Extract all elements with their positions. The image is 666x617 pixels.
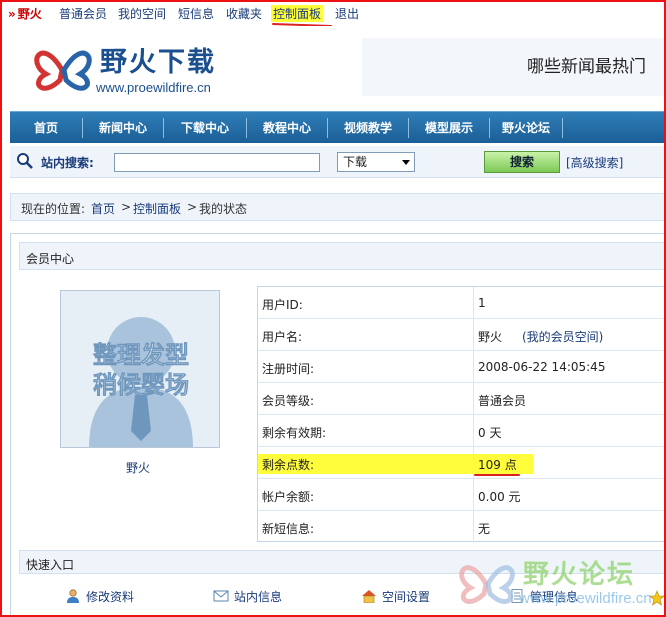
screenshot-frame	[0, 0, 666, 617]
